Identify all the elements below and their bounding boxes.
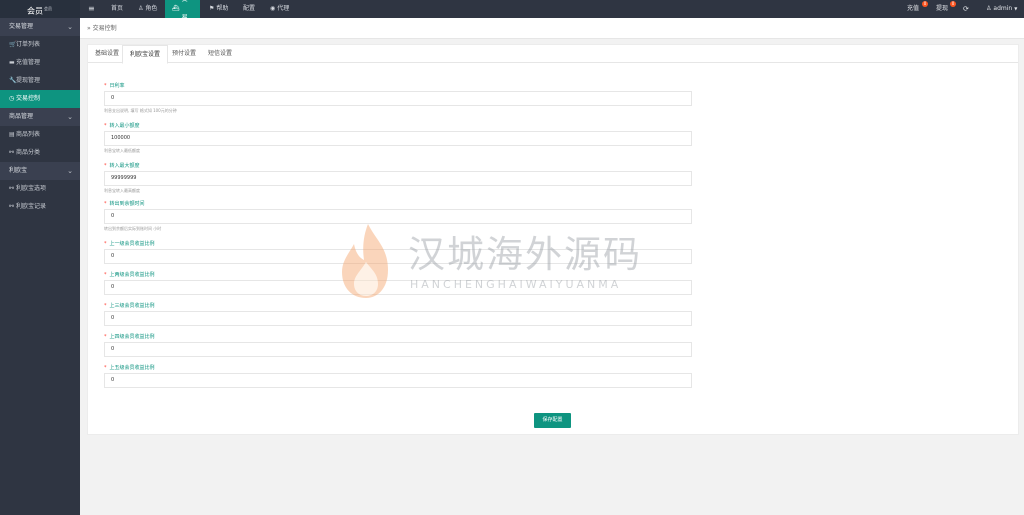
level1-ratio-input[interactable]: 0 (104, 249, 692, 264)
settings-circle-icon: ◉ (270, 5, 276, 12)
sidebar-item-goods-category[interactable]: ⚯ 商品分类 (0, 144, 80, 162)
tab-sms[interactable]: 短信设置 (201, 45, 239, 63)
level5-ratio-input[interactable]: 0 (104, 373, 692, 388)
level3-ratio-input[interactable]: 0 (104, 311, 692, 326)
chevron-down-icon: ⌄ (67, 167, 73, 175)
tab-prepaid[interactable]: 预付设置 (165, 45, 203, 63)
link-icon: ⚯ (9, 203, 15, 210)
wrench-icon: 🔧 (9, 77, 17, 84)
field-level5-ratio: * 上五级会员收益比例 0 (104, 364, 692, 395)
user-icon: ♙ (138, 5, 144, 12)
sidebar-group-liobao[interactable]: 利欧宝 ⌄ (0, 162, 80, 180)
tab-liobao[interactable]: 利欧宝设置 (122, 45, 169, 64)
link-icon: ⚯ (9, 185, 15, 192)
chevron-down-icon: ⌄ (67, 113, 73, 121)
menu-toggle-icon[interactable]: ≡ (88, 0, 95, 18)
ship-icon: ⛴ (172, 5, 180, 12)
field-level4-ratio: * 上四级会员收益比例 0 (104, 333, 692, 364)
field-daily-rate: * 日利率 0 利息支出说明, 填写 格式如 100元的分钟 (104, 82, 692, 122)
sidebar: 会员会员 交易管理 ⌄ 🛒 订单列表 ▬ 充值管理 🔧 提现管理 ◷ 交易控制 商品管理 ⌄… (0, 0, 80, 515)
sidebar-item-orders[interactable]: 🛒 订单列表 (0, 36, 80, 54)
nav-agent[interactable]: ◉ 代理 (263, 0, 296, 18)
cart-icon: 🛒 (9, 41, 17, 48)
sidebar-item-trade-control[interactable]: ◷ 交易控制 (0, 90, 80, 108)
breadcrumb: » 交易控制 (80, 18, 1024, 39)
min-transfer-input[interactable]: 100000 (104, 131, 692, 146)
tab-bar: 基础设置 利欧宝设置 预付设置 短信设置 (88, 45, 1018, 64)
nav-trade[interactable]: ⛴交易 (165, 0, 200, 21)
recharge-button[interactable]: 充值 0 (907, 0, 928, 18)
sidebar-group-goods[interactable]: 商品管理 ⌄ (0, 108, 80, 126)
shop-icon: ▤ (9, 131, 15, 138)
double-chevron-icon: » (87, 25, 91, 32)
sidebar-item-goods-list[interactable]: ▤ 商品列表 (0, 126, 80, 144)
field-level2-ratio: * 上两级会员收益比例 0 (104, 271, 692, 302)
field-max-transfer: * 转入最大额度 99999999 利息宝转入最高额度 (104, 162, 692, 200)
field-level3-ratio: * 上三级会员收益比例 0 (104, 302, 692, 333)
daily-rate-input[interactable]: 0 (104, 91, 692, 106)
card-icon: ▬ (9, 59, 15, 66)
refresh-icon[interactable]: ⟳ (963, 0, 969, 18)
top-bar: ≡ 首页 ♙角色 ⛴交易 ⚑帮助 配置 ◉代理 充值0 提现0 ⟳ ♙admin… (80, 0, 1024, 21)
liobao-form: * 日利率 0 利息支出说明, 填写 格式如 100元的分钟 * 转入最小额度 10… (104, 82, 692, 395)
tab-basic[interactable]: 基础设置 (88, 45, 126, 63)
level4-ratio-input[interactable]: 0 (104, 342, 692, 357)
level2-ratio-input[interactable]: 0 (104, 280, 692, 295)
sidebar-item-withdraw[interactable]: 🔧 提现管理 (0, 72, 80, 90)
caret-down-icon: ▼ (1014, 6, 1018, 11)
recharge-badge: 0 (922, 1, 928, 7)
user-menu[interactable]: ♙ admin ▼ (986, 0, 1017, 18)
flag-icon: ⚑ (209, 5, 215, 12)
nav-home[interactable]: 首页 (104, 0, 130, 18)
nav-roles[interactable]: ♙ 角色 (131, 0, 164, 18)
sidebar-item-liobao-options[interactable]: ⚯ 利欧宝选项 (0, 180, 80, 198)
app-logo: 会员会员 (0, 0, 80, 18)
link-icon: ⚯ (9, 149, 15, 156)
withdraw-badge: 0 (950, 1, 956, 7)
sidebar-item-recharge[interactable]: ▬ 充值管理 (0, 54, 80, 72)
field-withdraw-time: * 转出到余额时间 0 转出到余额后实际到账时间 小时 (104, 200, 692, 240)
field-min-transfer: * 转入最小额度 100000 利息宝转入最低额度 (104, 122, 692, 162)
clock-icon: ◷ (9, 95, 15, 102)
max-transfer-input[interactable]: 99999999 (104, 171, 692, 186)
save-config-button[interactable]: 保存配置 (534, 413, 571, 428)
withdraw-time-input[interactable]: 0 (104, 209, 692, 224)
withdraw-button[interactable]: 提现 0 (936, 0, 956, 18)
sidebar-item-liobao-records[interactable]: ⚯ 利欧宝记录 (0, 198, 80, 216)
chevron-down-icon: ⌄ (67, 23, 73, 31)
sidebar-group-trade[interactable]: 交易管理 ⌄ (0, 18, 80, 36)
nav-config[interactable]: 配置 (236, 0, 262, 18)
nav-help[interactable]: ⚑ 帮助 (202, 0, 235, 18)
user-icon: ♙ (986, 5, 992, 12)
field-level1-ratio: * 上一级会员收益比例 0 (104, 240, 692, 271)
